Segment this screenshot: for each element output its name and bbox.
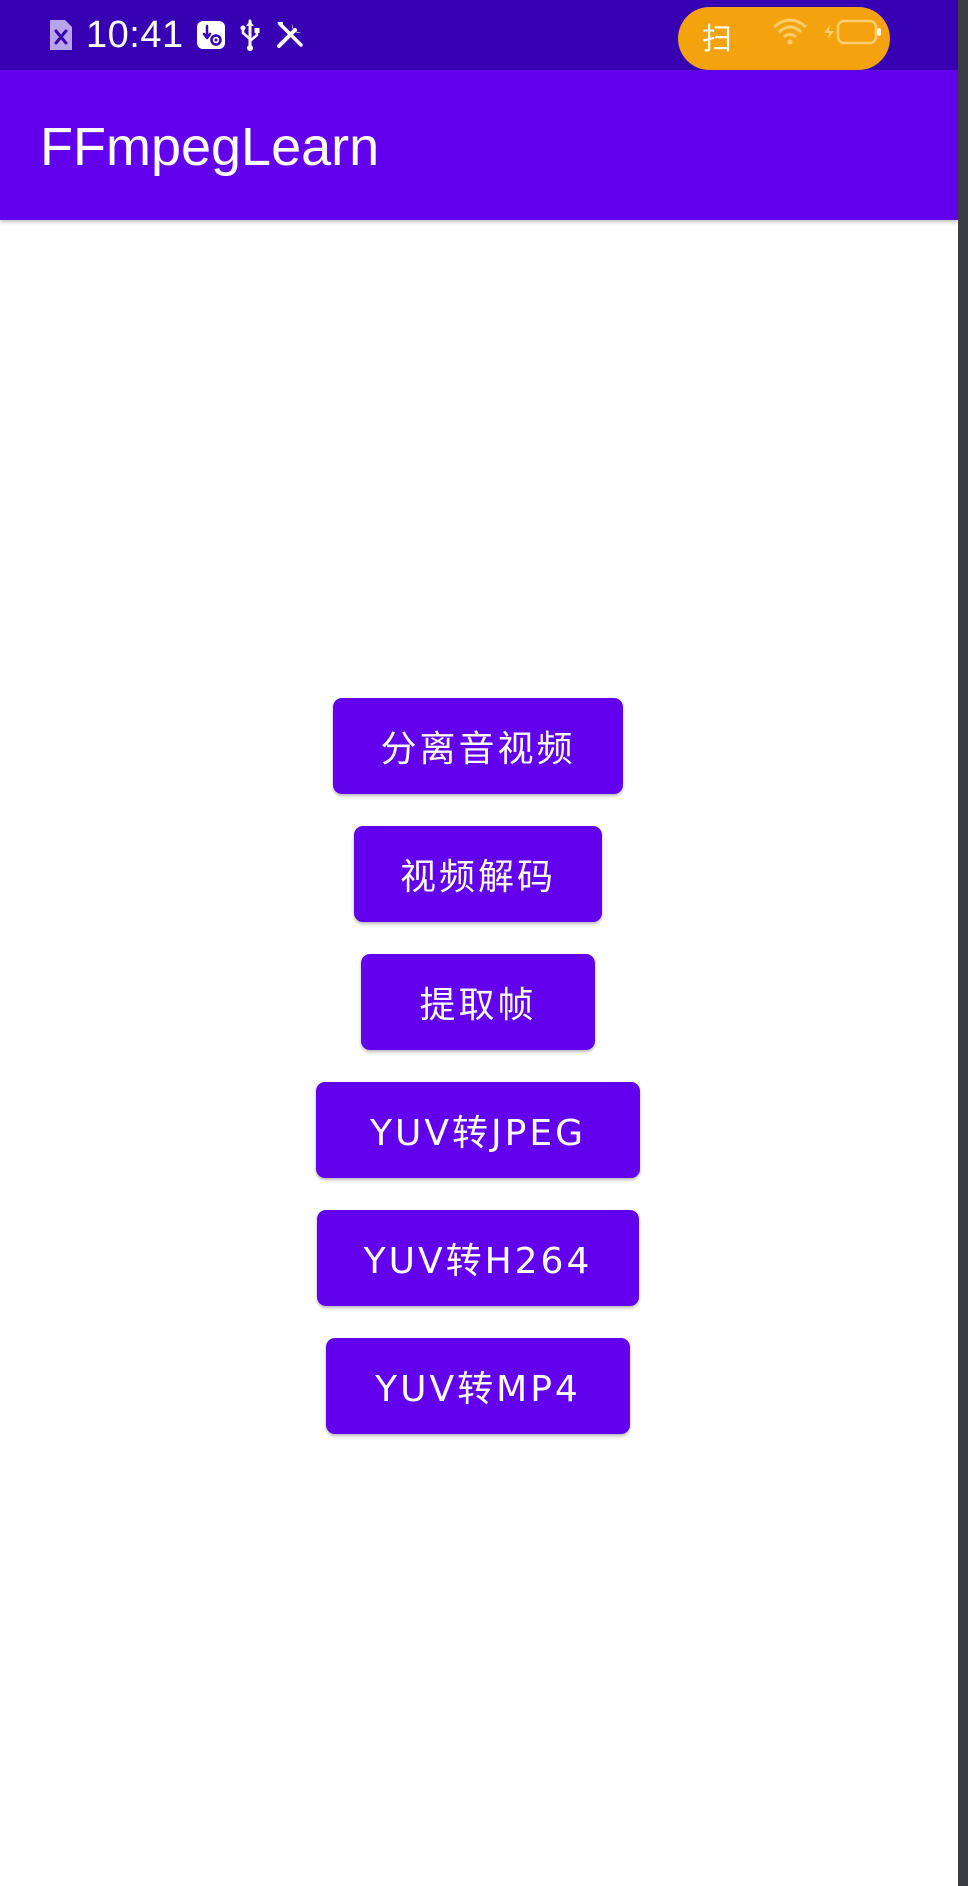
yuv-to-jpeg-button[interactable]: YUV转JPEG (316, 1082, 640, 1178)
usb-debug-icon (196, 20, 226, 50)
pill-glyph: 扫 (702, 22, 732, 57)
yuv-to-h264-button[interactable]: YUV转H264 (317, 1210, 639, 1306)
video-decode-button[interactable]: 视频解码 (354, 826, 602, 922)
sim-error-icon (48, 18, 74, 52)
separate-audio-video-button[interactable]: 分离音视频 (333, 698, 623, 794)
app-screen: 10:41 扫 FFmpegLearn 分离音视频 视频解码 提取帧 YUV转J… (0, 0, 968, 1886)
yuv-to-mp4-button[interactable]: YUV转MP4 (326, 1338, 630, 1434)
status-bar: 10:41 扫 (0, 0, 958, 70)
usb-icon (238, 19, 262, 51)
app-bar: FFmpegLearn (0, 70, 958, 220)
status-time: 10:41 (86, 14, 184, 56)
battery-icon (820, 17, 884, 51)
extract-frame-button[interactable]: 提取帧 (361, 954, 595, 1050)
screen-edge (958, 0, 968, 1886)
wifi-icon (772, 17, 808, 51)
status-right-group (772, 14, 884, 54)
tools-icon (274, 19, 306, 51)
status-left-group: 10:41 (48, 10, 306, 60)
app-title: FFmpegLearn (40, 117, 380, 177)
